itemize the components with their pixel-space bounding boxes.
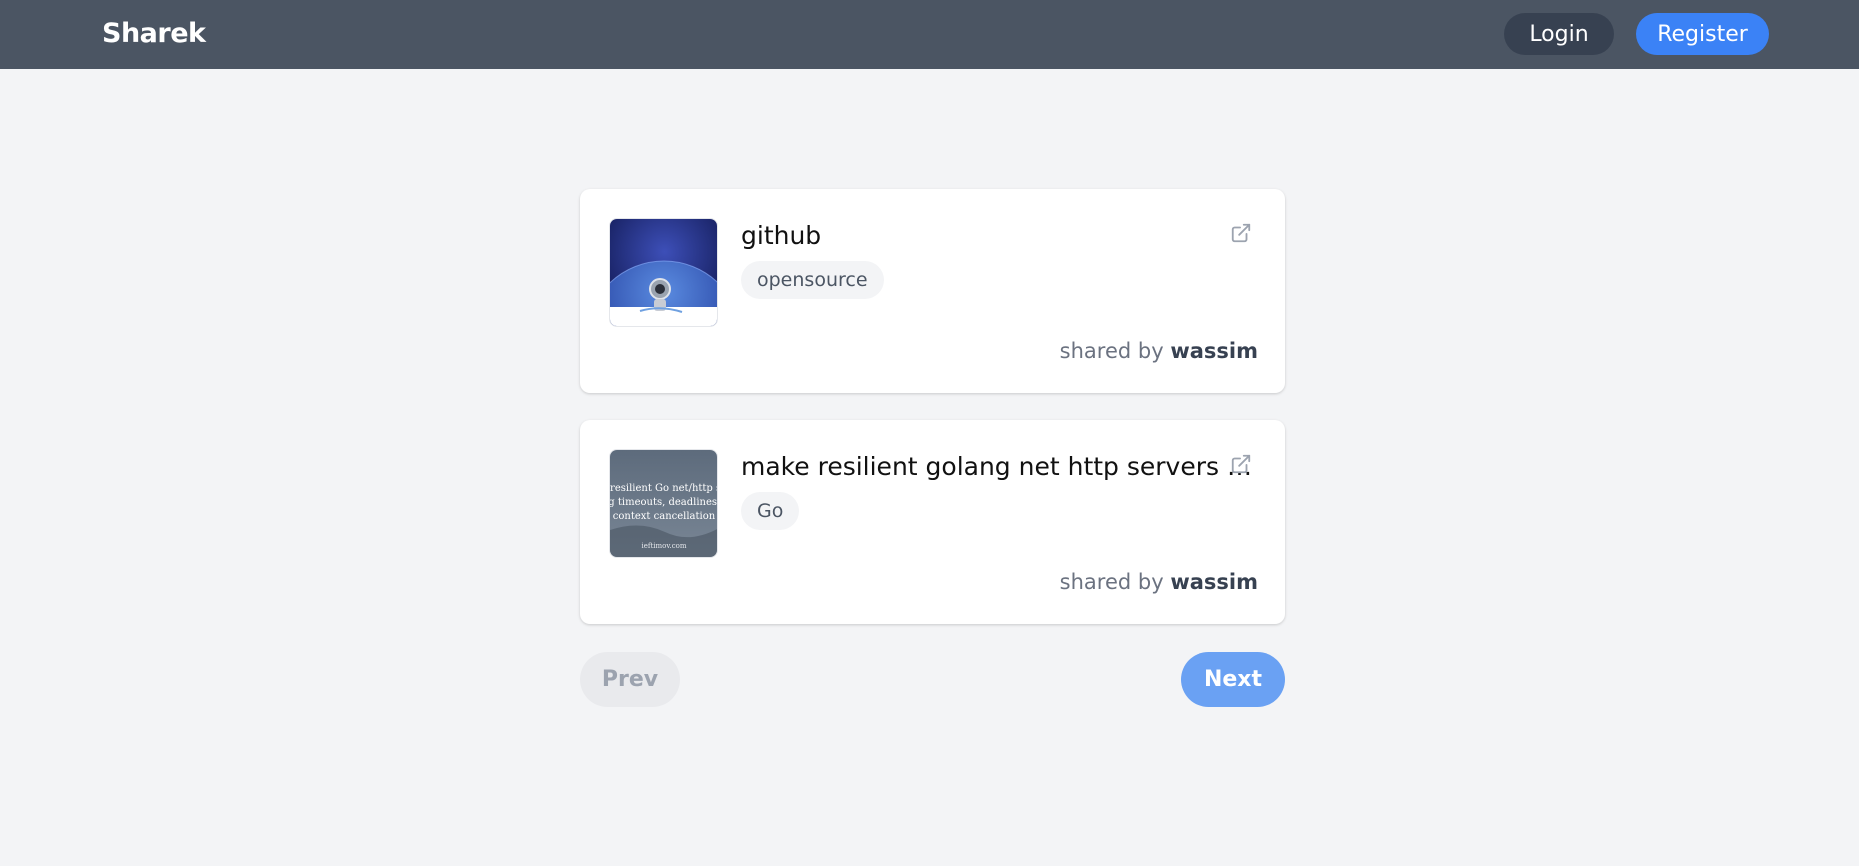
link-thumbnail[interactable] <box>609 218 718 327</box>
login-button[interactable]: Login <box>1504 13 1614 55</box>
thumbnail-text-line: e resilient Go net/http se <box>610 483 718 494</box>
prev-button[interactable]: Prev <box>580 652 680 707</box>
shared-by: shared by wassim <box>1060 339 1258 363</box>
brand-logo[interactable]: Sharek <box>102 18 206 49</box>
link-card: github opensource shared by wassim <box>580 189 1285 393</box>
navbar: Sharek Login Register <box>0 0 1859 69</box>
shared-by: shared by wassim <box>1060 570 1258 594</box>
shared-by-label: shared by <box>1059 339 1164 363</box>
link-card: e resilient Go net/http se ng timeouts, … <box>580 420 1285 624</box>
next-button[interactable]: Next <box>1181 652 1285 707</box>
link-title[interactable]: make resilient golang net http servers u… <box>741 452 1261 481</box>
external-link-icon[interactable] <box>1230 222 1252 244</box>
tag-badge[interactable]: opensource <box>741 261 884 299</box>
thumbnail-text-line: context cancellation <box>613 511 716 522</box>
link-thumbnail[interactable]: e resilient Go net/http se ng timeouts, … <box>609 449 718 558</box>
thumbnail-text-line: ieftimov.com <box>642 542 687 550</box>
shared-by-label: shared by <box>1059 570 1164 594</box>
link-title[interactable]: github <box>741 221 1261 250</box>
external-link-icon[interactable] <box>1230 453 1252 475</box>
register-button[interactable]: Register <box>1636 13 1769 55</box>
tag-badge[interactable]: Go <box>741 492 800 530</box>
shared-by-user[interactable]: wassim <box>1170 339 1258 363</box>
thumbnail-text-line: ng timeouts, deadlines a <box>610 497 718 508</box>
shared-by-user[interactable]: wassim <box>1170 570 1258 594</box>
